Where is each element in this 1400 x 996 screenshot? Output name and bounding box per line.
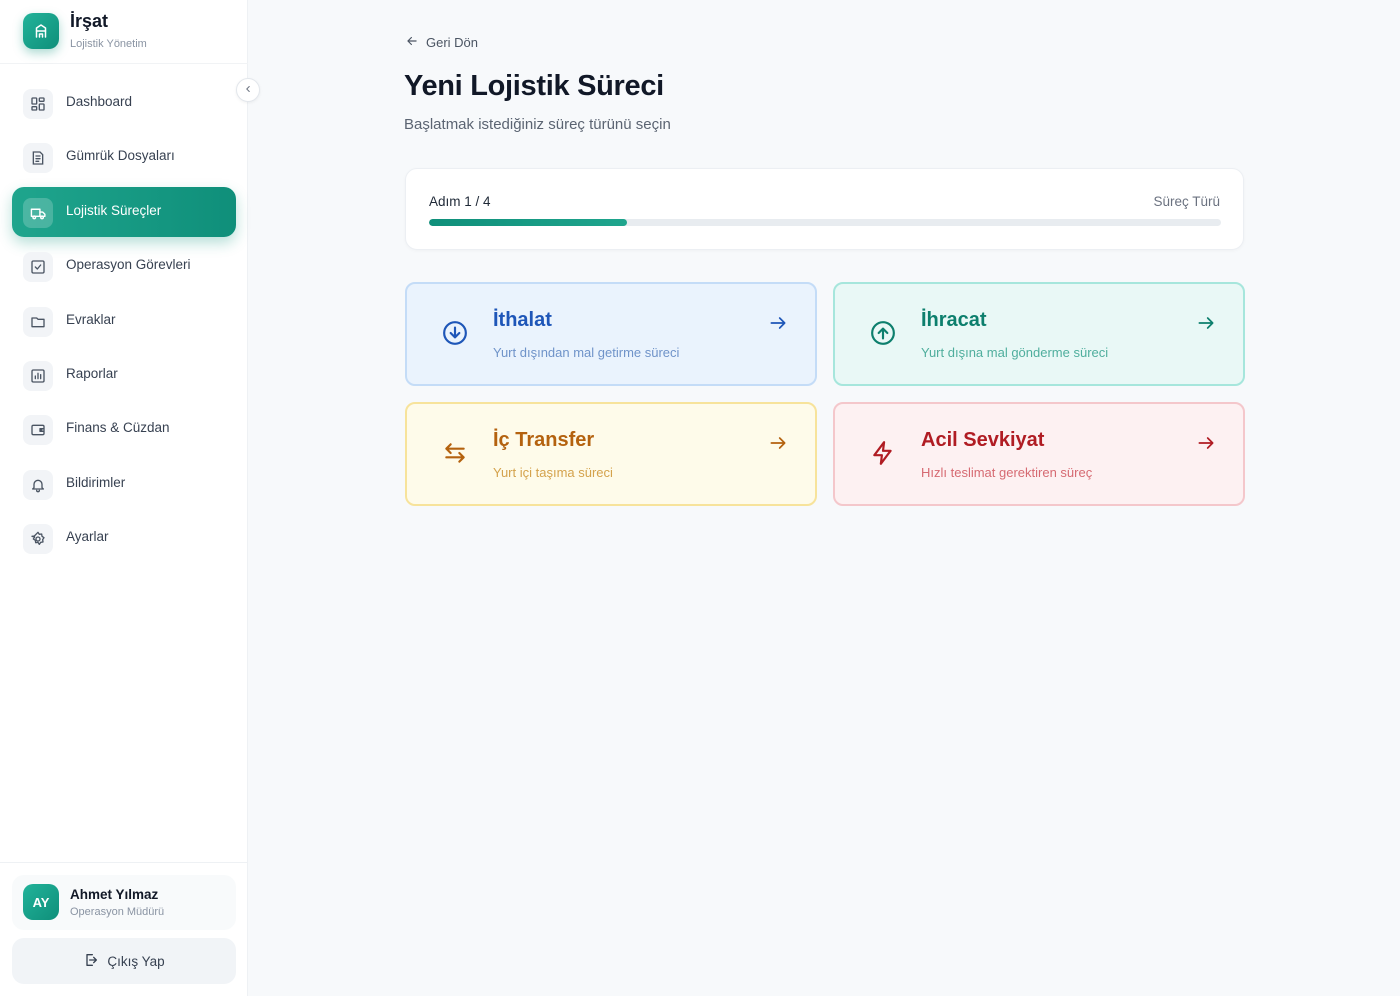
progress-track [429,219,1221,226]
arrow-down-circle-icon [440,318,470,348]
folder-icon [23,307,53,337]
sidebar-item-dashboard[interactable]: Dashboard [12,78,236,128]
process-option-domestic-transfer[interactable]: İç Transfer Yurt içi taşıma süreci [405,402,817,506]
user-name: Ahmet Yılmaz [70,887,159,902]
option-description: Hızlı teslimat gerektiren süreç [921,465,1093,480]
document-list-icon [23,143,53,173]
logout-icon [83,952,99,971]
user-profile-card[interactable]: AY Ahmet Yılmaz Operasyon Müdürü [12,875,236,930]
process-option-urgent-shipment[interactable]: Acil Sevkiyat Hızlı teslimat gerektiren … [833,402,1245,506]
brand-header: İrşat Lojistik Yönetim [0,0,248,64]
arrow-right-icon [1195,432,1217,454]
progress-card: Adım 1 / 4 Süreç Türü [405,168,1244,250]
sidebar: İrşat Lojistik Yönetim Dashboard Gümrük … [0,0,248,996]
wallet-icon [23,415,53,445]
swap-arrows-icon [440,438,470,468]
arrow-left-icon [405,34,419,51]
option-title: İthalat [493,309,552,331]
sidebar-item-notifications[interactable]: Bildirimler [12,459,236,509]
sidebar-item-label: Lojistik Süreçler [66,203,162,218]
sidebar-item-documents[interactable]: Evraklar [12,296,236,346]
option-title: İç Transfer [493,429,595,451]
option-description: Yurt dışına mal gönderme süreci [921,345,1109,360]
sidebar-collapse-button[interactable] [236,78,260,102]
user-role: Operasyon Müdürü [70,906,165,918]
checkbox-icon [23,252,53,282]
bell-icon [23,470,53,500]
sidebar-item-reports[interactable]: Raporlar [12,350,236,400]
lightning-icon [868,438,898,468]
brand-subtitle: Lojistik Yönetim [70,38,147,50]
option-description: Yurt dışından mal getirme süreci [493,345,680,360]
process-option-export[interactable]: İhracat Yurt dışına mal gönderme süreci [833,282,1245,386]
arrow-right-icon [767,312,789,334]
progress-fill [429,219,627,226]
bar-chart-icon [23,361,53,391]
avatar: AY [23,884,59,920]
page-title: Yeni Lojistik Süreci [404,70,664,102]
sidebar-item-label: Gümrük Dosyaları [66,148,175,163]
sidebar-item-operation-tasks[interactable]: Operasyon Görevleri [12,241,236,291]
process-option-import[interactable]: İthalat Yurt dışından mal getirme süreci [405,282,817,386]
step-name: Süreç Türü [1153,194,1220,209]
sidebar-item-logistics-processes[interactable]: Lojistik Süreçler [12,187,236,237]
arrow-right-icon [1195,312,1217,334]
sidebar-item-label: Ayarlar [66,529,109,544]
sidebar-item-settings[interactable]: Ayarlar [12,513,236,563]
sidebar-item-label: Operasyon Görevleri [66,257,191,272]
option-title: İhracat [921,309,987,331]
back-link-label: Geri Dön [426,35,479,50]
sidebar-item-label: Bildirimler [66,475,126,490]
sidebar-item-customs-files[interactable]: Gümrük Dosyaları [12,132,236,182]
sidebar-item-label: Dashboard [66,94,133,109]
sidebar-item-label: Raporlar [66,366,118,381]
step-counter: Adım 1 / 4 [429,194,491,209]
sidebar-item-label: Finans & Cüzdan [66,420,170,435]
user-area: AY Ahmet Yılmaz Operasyon Müdürü Çıkış Y… [0,862,248,996]
logout-button[interactable]: Çıkış Yap [12,938,236,984]
truck-icon [23,198,53,228]
brand-name: İrşat [70,11,109,31]
back-link[interactable]: Geri Dön [405,34,478,51]
option-title: Acil Sevkiyat [921,429,1045,451]
option-description: Yurt içi taşıma süreci [493,465,613,480]
arrow-up-circle-icon [868,318,898,348]
gear-icon [23,524,53,554]
logout-label: Çıkış Yap [107,953,165,969]
sidebar-item-finance-wallet[interactable]: Finans & Cüzdan [12,404,236,454]
chevron-left-icon [243,81,253,99]
page-subtitle: Başlatmak istediğiniz süreç türünü seçin [404,116,671,133]
arrow-right-icon [767,432,789,454]
dashboard-grid-icon [23,89,53,119]
sidebar-item-label: Evraklar [66,312,116,327]
brand-logo-icon [23,13,59,49]
